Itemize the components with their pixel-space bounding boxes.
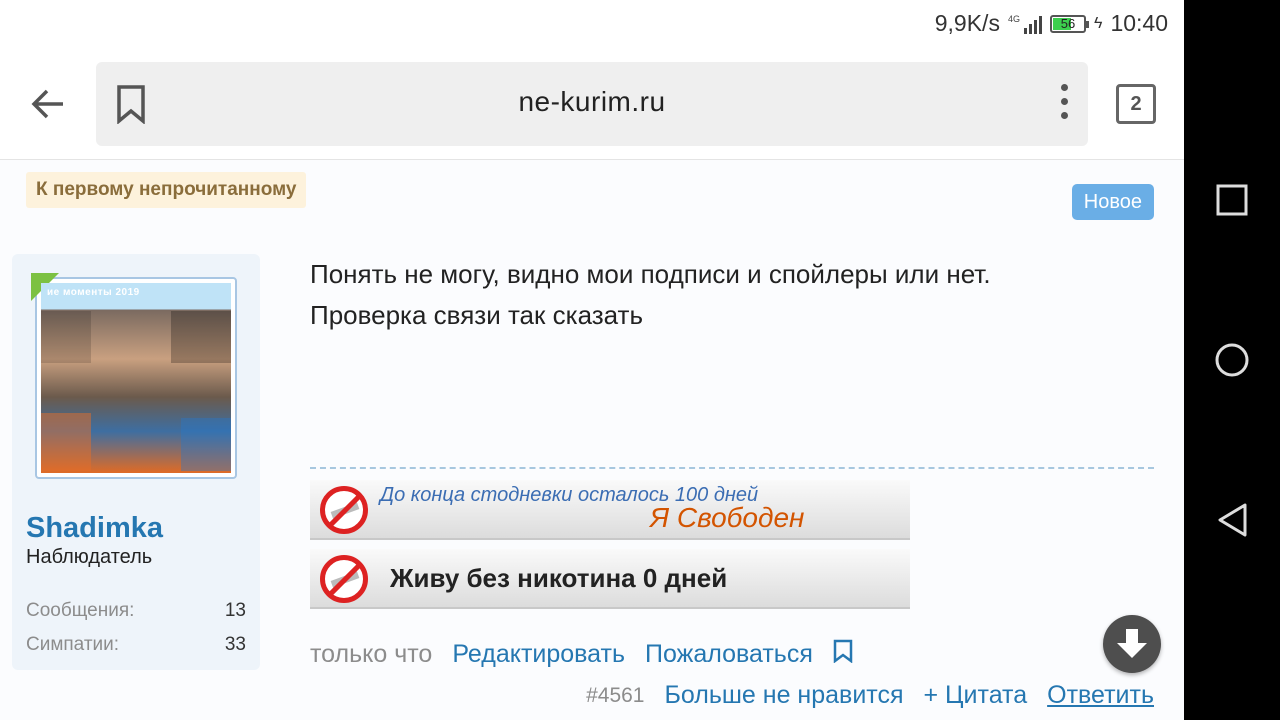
clock: 10:40 (1110, 10, 1168, 36)
stat-value: 13 (224, 600, 246, 621)
signal-icon: 4G (1008, 14, 1042, 34)
battery-icon: 56 (1049, 14, 1089, 33)
charging-icon: ϟ (1093, 14, 1103, 32)
user-panel: ие моменты 2019 Shadimka Наблюдатель Соо… (12, 254, 260, 670)
home-button[interactable] (1212, 340, 1252, 380)
username[interactable]: Shadimka (26, 512, 163, 545)
signature-banner-countdown[interactable]: До конца стодневки осталось 100 дней Я С… (310, 480, 910, 540)
unlike-link[interactable]: Больше не нравится (665, 681, 904, 710)
status-bar: 9,9K/s 4G 56 ϟ 10:40 (0, 0, 1184, 50)
net-speed: 9,9K/s (934, 10, 1000, 36)
menu-button[interactable] (1061, 84, 1068, 119)
post-time[interactable]: только что (310, 640, 432, 669)
signature-divider (310, 467, 1154, 469)
banner-text: Живу без никотина 0 дней (390, 563, 728, 593)
back-nav-button[interactable] (1212, 500, 1252, 540)
user-title: Наблюдатель (26, 546, 153, 568)
bookmark-post-button[interactable] (833, 639, 853, 670)
stat-label: Сообщения: (26, 600, 135, 621)
bookmark-icon (833, 639, 853, 664)
square-icon (1216, 184, 1248, 216)
reply-link[interactable]: Ответить (1047, 681, 1154, 710)
post-line: Проверка связи так сказать (310, 300, 643, 330)
banner-text: Я Свободен (650, 502, 805, 533)
back-button[interactable] (26, 84, 70, 124)
forum-post: К первому непрочитанному Новое ие момент… (0, 161, 1184, 720)
battery-level: 56 (1060, 16, 1076, 31)
network-type: 4G (1007, 13, 1020, 24)
post-actions: #4561 Больше не нравится + Цитата Ответи… (586, 681, 1154, 710)
arrow-down-icon (1117, 629, 1147, 658)
stat-messages: Сообщения: 13 (26, 600, 246, 622)
browser-toolbar: ne-kurim.ru 2 (0, 50, 1184, 160)
avatar-caption: ие моменты 2019 (47, 287, 140, 298)
no-smoking-icon (320, 555, 368, 603)
android-nav-bar (1184, 0, 1280, 720)
stat-likes: Симпатии: 33 (26, 634, 246, 656)
report-link[interactable]: Пожаловаться (645, 640, 813, 669)
recents-button[interactable] (1212, 180, 1252, 220)
post-body: Понять не могу, видно мои подписи и спой… (310, 254, 1150, 336)
avatar[interactable]: ие моменты 2019 (31, 273, 237, 479)
stat-label: Симпатии: (26, 634, 120, 655)
avatar-image: ие моменты 2019 (41, 283, 231, 473)
signature-banner-nicotine[interactable]: Живу без никотина 0 дней (310, 549, 910, 609)
post-number[interactable]: #4561 (586, 684, 644, 708)
tabs-button[interactable]: 2 (1116, 84, 1156, 124)
stat-value: 33 (224, 634, 246, 655)
url-text[interactable]: ne-kurim.ru (96, 86, 1088, 118)
triangle-back-icon (1218, 503, 1247, 537)
scroll-down-button[interactable] (1103, 615, 1161, 673)
address-bar[interactable]: ne-kurim.ru (96, 62, 1088, 146)
first-unread-link[interactable]: К первому непрочитанному (26, 172, 307, 208)
new-badge: Новое (1071, 184, 1154, 220)
post-meta: только что Редактировать Пожаловаться (310, 639, 853, 670)
circle-icon (1215, 343, 1249, 377)
browser-screen: 9,9K/s 4G 56 ϟ 10:40 ne-kurim.ru 2 К пер… (0, 0, 1184, 720)
edit-link[interactable]: Редактировать (452, 640, 625, 669)
post-line: Понять не могу, видно мои подписи и спой… (310, 259, 991, 289)
no-smoking-icon (320, 486, 368, 534)
quote-link[interactable]: + Цитата (924, 681, 1028, 710)
arrow-left-icon (31, 89, 63, 119)
